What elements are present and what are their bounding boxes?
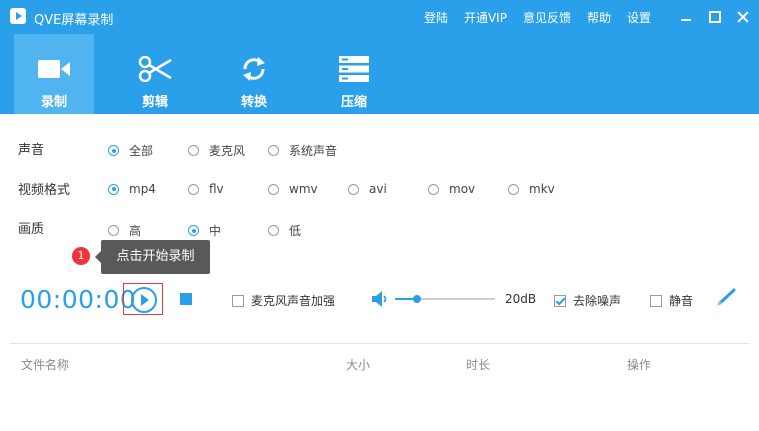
denoise-checkbox[interactable]: 去除噪声	[554, 292, 621, 309]
tab-label: 转换	[240, 95, 267, 110]
start-record-button[interactable]	[123, 283, 163, 315]
sound-option-all[interactable]: 全部	[108, 142, 153, 159]
quality-option-low[interactable]: 低	[268, 222, 301, 239]
tab-label: 剪辑	[141, 95, 168, 110]
close-button[interactable]	[734, 8, 752, 26]
format-option-flv[interactable]: flv	[188, 182, 224, 196]
mic-boost-checkbox[interactable]: 麦克风声音加强	[232, 292, 335, 309]
close-icon	[737, 11, 749, 23]
step-badge: 1	[72, 247, 90, 265]
format-option-mkv[interactable]: mkv	[508, 182, 555, 196]
tab-record[interactable]: 录制	[14, 34, 94, 114]
recording-timer: 00:00:00	[20, 285, 137, 314]
mute-checkbox[interactable]: 静音	[650, 292, 693, 309]
volume-slider-thumb[interactable]	[413, 295, 421, 303]
play-icon	[131, 287, 157, 313]
start-recording-tooltip: 点击开始录制	[95, 240, 210, 274]
format-option-wmv[interactable]: wmv	[268, 182, 318, 196]
stop-button[interactable]	[180, 293, 192, 305]
table-divider	[10, 343, 749, 344]
pen-icon[interactable]	[716, 288, 738, 306]
title-bar: QVE屏幕录制 登陆 开通VIP 意见反馈 帮助 设置	[0, 0, 759, 34]
tab-convert[interactable]: 转换	[214, 34, 294, 114]
sound-option-system[interactable]: 系统声音	[268, 142, 337, 159]
maximize-button[interactable]	[706, 8, 724, 26]
sync-icon	[237, 52, 271, 86]
vip-link[interactable]: 开通VIP	[464, 9, 507, 26]
format-option-mp4[interactable]: mp4	[108, 182, 156, 196]
window-title: QVE屏幕录制	[34, 13, 114, 28]
col-size: 大小	[346, 358, 371, 372]
minimize-icon	[681, 19, 691, 21]
minimize-button[interactable]	[677, 8, 695, 26]
app-logo-icon	[10, 8, 26, 24]
col-duration: 时长	[466, 358, 491, 372]
sound-label: 声音	[18, 143, 45, 158]
volume-icon[interactable]	[372, 291, 388, 307]
main-toolbar: 录制 剪辑 转换 压缩	[0, 34, 759, 114]
top-menu: 登陆 开通VIP 意见反馈 帮助 设置	[424, 9, 651, 26]
maximize-icon	[709, 11, 721, 23]
tab-edit[interactable]: 剪辑	[115, 34, 195, 114]
feedback-link[interactable]: 意见反馈	[523, 9, 571, 26]
col-file-name: 文件名称	[21, 358, 70, 372]
login-link[interactable]: 登陆	[424, 9, 448, 26]
server-icon	[337, 52, 371, 86]
tab-label: 压缩	[340, 95, 367, 110]
quality-label: 画质	[18, 222, 45, 237]
col-actions: 操作	[627, 358, 652, 372]
volume-slider[interactable]	[395, 295, 495, 303]
scissors-icon	[138, 52, 172, 86]
format-option-mov[interactable]: mov	[428, 182, 475, 196]
tab-label: 录制	[40, 95, 67, 110]
sound-option-mic[interactable]: 麦克风	[188, 142, 245, 159]
settings-link[interactable]: 设置	[627, 9, 651, 26]
quality-option-medium[interactable]: 中	[188, 222, 221, 239]
help-link[interactable]: 帮助	[587, 9, 611, 26]
format-label: 视频格式	[18, 183, 71, 198]
tab-compress[interactable]: 压缩	[314, 34, 394, 114]
quality-option-high[interactable]: 高	[108, 222, 141, 239]
volume-db-label: 20dB	[505, 292, 537, 306]
format-option-avi[interactable]: avi	[348, 182, 387, 196]
video-camera-icon	[37, 52, 71, 86]
